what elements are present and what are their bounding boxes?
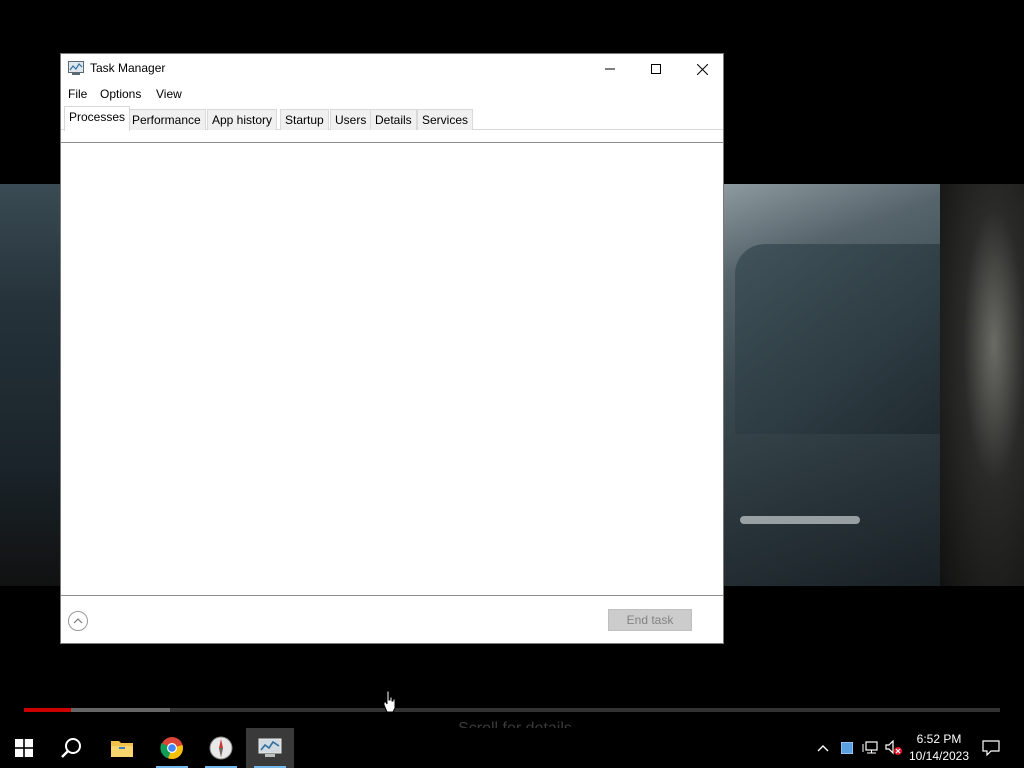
taskbar-task-manager[interactable]: [246, 728, 294, 768]
start-button[interactable]: [0, 728, 48, 768]
search-icon: [61, 738, 81, 758]
clock-time: 6:52 PM: [916, 732, 962, 746]
video-car-window: [735, 244, 965, 434]
clock-date: 10/14/2023: [908, 749, 970, 763]
tab-performance[interactable]: Performance: [127, 109, 206, 130]
network-icon: [862, 741, 878, 754]
task-manager-window: Task Manager File Options View Processes…: [60, 53, 724, 644]
folder-icon: [111, 741, 133, 757]
search-button[interactable]: [48, 728, 96, 768]
volume-muted-icon: [885, 740, 902, 755]
taskbar-chrome[interactable]: [148, 728, 196, 768]
taskbar-file-explorer[interactable]: [98, 728, 146, 768]
minimize-icon: [605, 68, 615, 70]
video-played: [24, 708, 71, 712]
compass-icon: [209, 736, 233, 760]
task-manager-icon: [258, 738, 282, 757]
title-bar[interactable]: Task Manager: [61, 54, 723, 84]
video-left-region: [0, 184, 60, 586]
tab-details[interactable]: Details: [370, 109, 417, 130]
chrome-icon: [160, 737, 183, 760]
network-button[interactable]: [860, 738, 882, 758]
minimize-button[interactable]: [587, 54, 633, 84]
end-task-button[interactable]: End task: [608, 609, 692, 631]
processes-list[interactable]: [61, 142, 723, 596]
system-clock[interactable]: 6:52 PM 10/14/2023: [905, 731, 973, 765]
action-center-button[interactable]: [980, 738, 1002, 758]
tab-strip: Processes Performance App history Startu…: [61, 106, 723, 131]
tray-app-button[interactable]: [839, 738, 855, 758]
maximize-icon: [651, 64, 661, 74]
maximize-button[interactable]: [633, 54, 679, 84]
close-button[interactable]: [679, 54, 725, 84]
taskbar: 6:52 PM 10/14/2023: [0, 728, 1024, 768]
windows-start-icon: [15, 739, 33, 757]
video-person: [940, 184, 1024, 586]
tray-app-icon: [841, 742, 853, 754]
menu-bar: File Options View: [61, 84, 723, 106]
menu-view[interactable]: View: [156, 87, 182, 101]
video-car-handle: [740, 516, 860, 524]
menu-options[interactable]: Options: [100, 87, 141, 101]
tab-services[interactable]: Services: [417, 109, 474, 130]
window-title: Task Manager: [90, 61, 166, 75]
hand-cursor-icon: [383, 690, 397, 714]
fewer-details-button[interactable]: [68, 611, 88, 631]
tab-users[interactable]: Users: [330, 109, 372, 130]
close-icon: [696, 63, 708, 75]
task-manager-icon: [68, 61, 84, 75]
menu-file[interactable]: File: [68, 87, 87, 101]
show-hidden-icons-button[interactable]: [815, 738, 831, 758]
tab-app-history[interactable]: App history: [207, 109, 278, 130]
tab-processes[interactable]: Processes: [64, 106, 131, 131]
taskbar-compass-app[interactable]: [197, 728, 245, 768]
volume-button[interactable]: [884, 738, 904, 758]
chevron-up-icon: [73, 618, 83, 624]
video-progress-bar[interactable]: [24, 708, 1000, 712]
tab-startup[interactable]: Startup: [280, 109, 329, 130]
chevron-up-icon: [817, 745, 829, 752]
notification-icon: [982, 740, 1000, 756]
